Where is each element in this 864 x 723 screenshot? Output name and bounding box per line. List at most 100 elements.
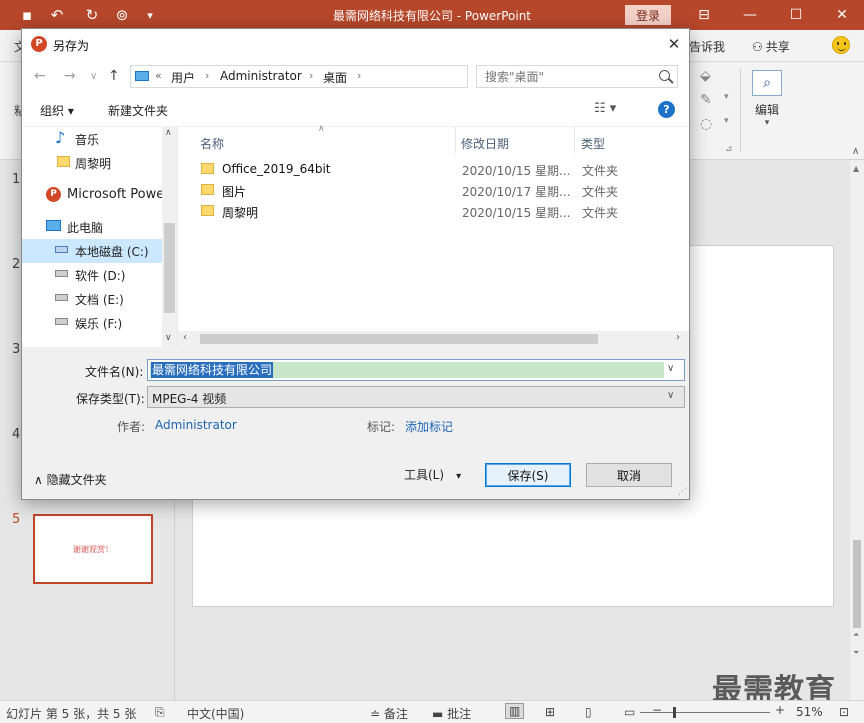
fit-slide-icon[interactable]: ⊡ <box>839 705 849 719</box>
column-divider[interactable] <box>455 127 456 153</box>
slide-sorter-icon[interactable]: ⊞ <box>545 705 555 719</box>
forward-icon[interactable]: → <box>64 68 76 84</box>
notes-button[interactable]: ≐ 备注 <box>370 705 408 722</box>
filename-value[interactable]: 最需网络科技有限公司 <box>151 362 274 378</box>
breadcrumb-separator-icon[interactable]: › <box>357 69 361 82</box>
scrollbar-thumb[interactable] <box>200 334 598 344</box>
help-icon[interactable]: ? <box>658 101 675 118</box>
shape-outline-dropdown-icon[interactable]: ▾ <box>724 92 729 102</box>
minimize-icon[interactable]: — <box>735 4 765 26</box>
scroll-down-icon[interactable]: ∨ <box>165 333 172 343</box>
next-slide-icon[interactable]: ⏷ <box>853 648 859 658</box>
reading-view-icon[interactable]: ▯ <box>585 705 592 719</box>
file-row[interactable]: Office_2019_64bit 2020/10/15 星期... 文件夹 <box>198 159 678 180</box>
scrollbar-thumb[interactable] <box>853 540 861 628</box>
filetype-select[interactable]: MPEG-4 视频 ∨ <box>147 386 685 408</box>
column-header-name[interactable]: 名称 <box>200 135 224 152</box>
nav-item-powerpoint[interactable]: P Microsoft PowerPoint <box>22 183 177 207</box>
recent-locations-icon[interactable]: ∨ <box>90 71 97 82</box>
nav-item-drive-f[interactable]: 娱乐 (F:) <box>22 311 162 335</box>
collapse-ribbon-icon[interactable]: ∧ <box>852 146 859 157</box>
save-button[interactable]: 保存(S) <box>485 463 571 487</box>
scroll-up-icon[interactable]: ∧ <box>165 128 172 138</box>
zoom-level[interactable]: 51% <box>796 705 823 719</box>
new-folder-button[interactable]: 新建文件夹 <box>108 102 168 119</box>
dialog-toolbar: 组织 ▾ 新建文件夹 ☷ ▾ ? <box>22 93 689 127</box>
shape-effects-dropdown-icon[interactable]: ▾ <box>724 116 729 126</box>
hide-folders-toggle[interactable]: ∧ 隐藏文件夹 <box>34 471 107 488</box>
resize-grip-icon[interactable]: ⋰ <box>678 487 687 497</box>
feedback-smiley-icon[interactable] <box>832 36 850 54</box>
nav-item-zhouliming[interactable]: 周黎明 <box>22 151 162 175</box>
spellcheck-icon[interactable]: ⎘ <box>155 705 165 720</box>
filename-field[interactable]: 最需网络科技有限公司 ∨ <box>147 359 685 381</box>
editor-scrollbar[interactable]: ▲ ⏶ ⏷ <box>850 160 864 700</box>
shape-outline-icon[interactable]: ✎ <box>700 92 712 108</box>
scroll-up-icon[interactable]: ▲ <box>853 164 859 173</box>
drive-icon <box>55 270 68 277</box>
status-bar: 幻灯片 第 5 张，共 5 张 ⎘ 中文(中国) ≐ 备注 ▬ 批注 ▥ ⊞ ▯… <box>0 700 864 723</box>
nav-item-drive-e[interactable]: 文档 (E:) <box>22 287 162 311</box>
zoom-slider[interactable] <box>640 712 770 713</box>
back-icon[interactable]: ← <box>34 68 46 84</box>
language-indicator[interactable]: 中文(中国) <box>187 705 244 722</box>
view-options-icon[interactable]: ☷ ▾ <box>594 101 616 116</box>
chevron-up-icon: ∧ <box>34 473 47 487</box>
breadcrumb-separator-icon[interactable]: › <box>205 69 209 82</box>
nav-item-this-pc[interactable]: 此电脑 <box>22 215 162 239</box>
zoom-in-icon[interactable]: + <box>775 703 785 717</box>
shape-fill-icon[interactable]: ⬙ <box>700 68 711 84</box>
tags-value[interactable]: 添加标记 <box>405 418 453 435</box>
breadcrumb-desktop[interactable]: 桌面 <box>323 69 347 86</box>
address-bar[interactable]: « 用户 › Administrator › 桌面 › ∨ ↻ <box>130 65 566 88</box>
cancel-button[interactable]: 取消 <box>586 463 672 487</box>
prev-slide-icon[interactable]: ⏶ <box>853 630 859 640</box>
slide-thumbnail-5[interactable]: 谢谢观赏！ <box>33 514 153 584</box>
close-window-icon[interactable]: ✕ <box>827 4 857 26</box>
scroll-right-icon[interactable]: › <box>676 332 680 343</box>
nav-item-drive-d[interactable]: 软件 (D:) <box>22 263 162 287</box>
organize-button[interactable]: 组织 ▾ <box>40 102 74 119</box>
breadcrumb-users[interactable]: 用户 <box>171 69 195 86</box>
file-row[interactable]: 图片 2020/10/17 星期... 文件夹 <box>198 180 678 201</box>
editing-group[interactable]: ⌕ 编辑 ▾ <box>749 70 785 128</box>
scrollbar-thumb[interactable] <box>164 223 175 313</box>
search-input[interactable] <box>477 66 653 87</box>
breadcrumb-separator-icon[interactable]: › <box>309 69 313 82</box>
nav-item-drive-c[interactable]: 本地磁盘 (C:) <box>22 239 162 263</box>
tell-me-box[interactable]: 告诉我 <box>689 38 725 55</box>
column-header-type[interactable]: 类型 <box>581 135 605 152</box>
close-icon[interactable]: ✕ <box>662 33 686 55</box>
search-icon[interactable] <box>659 70 670 81</box>
column-divider[interactable] <box>574 127 575 153</box>
comment-icon: ▬ <box>432 707 448 721</box>
ribbon-display-icon[interactable]: ⊟ <box>689 4 719 26</box>
shape-effects-icon[interactable]: ◌ <box>700 116 712 132</box>
slideshow-view-icon[interactable]: ▭ <box>624 705 635 719</box>
dialog-launcher-icon[interactable]: ⊿ <box>725 144 733 154</box>
column-header-modified[interactable]: 修改日期 <box>461 135 509 152</box>
login-button[interactable]: 登录 <box>625 5 671 25</box>
navigation-scrollbar[interactable]: ∧ ∨ <box>162 127 177 347</box>
chevron-down-icon: ▾ <box>456 471 462 482</box>
tools-button[interactable]: 工具(L) ▾ <box>404 466 461 483</box>
file-list-scrollbar[interactable]: ‹ › <box>178 331 689 347</box>
maximize-icon[interactable]: ☐ <box>781 4 811 26</box>
zoom-out-icon[interactable]: − <box>652 703 662 717</box>
comments-button[interactable]: ▬ 批注 <box>432 705 471 722</box>
zoom-slider-knob[interactable] <box>673 707 677 718</box>
chevron-down-icon[interactable]: ∨ <box>667 363 674 374</box>
drive-icon <box>55 318 68 325</box>
tags-label: 标记: <box>367 420 396 434</box>
share-button[interactable]: ⚇ 共享 <box>752 38 790 55</box>
chevron-down-icon[interactable]: ∨ <box>667 390 674 401</box>
up-folder-icon[interactable]: ↑ <box>108 68 120 84</box>
thumbnail-number: 3 <box>12 342 21 357</box>
scroll-left-icon[interactable]: ‹ <box>183 332 187 343</box>
normal-view-icon[interactable]: ▥ <box>505 703 525 719</box>
author-value[interactable]: Administrator <box>155 418 237 432</box>
file-row[interactable]: 周黎明 2020/10/15 星期... 文件夹 <box>198 201 678 222</box>
nav-item-music[interactable]: ♪ 音乐 <box>22 127 162 151</box>
search-field[interactable] <box>476 65 678 88</box>
breadcrumb-administrator[interactable]: Administrator <box>220 69 302 83</box>
